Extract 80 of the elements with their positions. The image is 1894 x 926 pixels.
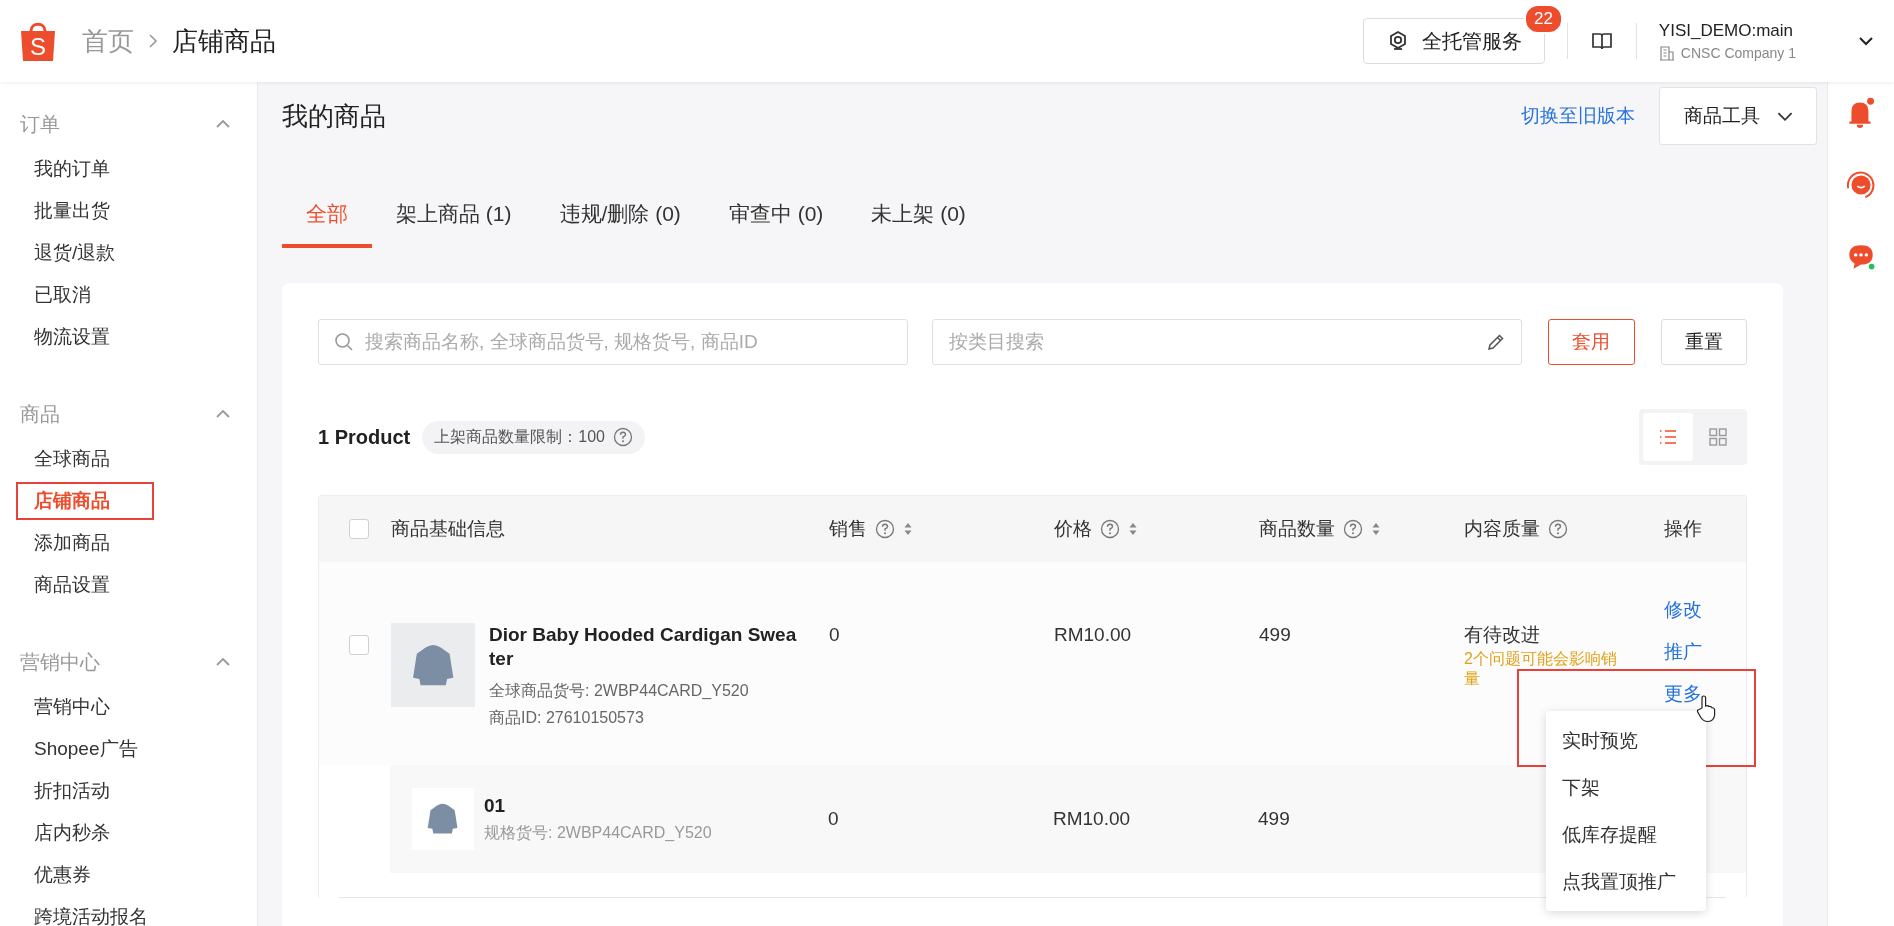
quality-status: 有待改进 (1464, 623, 1541, 647)
chevron-up-icon[interactable] (215, 409, 231, 419)
account-name[interactable]: YISI_DEMO:main (1658, 21, 1796, 41)
company-name: CNSC Company 1 (1680, 45, 1796, 61)
variation-sku: 规格货号: 2WBP44CARD_Y520 (484, 822, 712, 843)
list-view-button[interactable] (1643, 413, 1693, 461)
column-header: 销售 (829, 517, 867, 541)
sort-icon[interactable] (1128, 521, 1138, 537)
sidebar-item[interactable]: 我的订单 (16, 150, 154, 188)
sidebar-item[interactable]: 物流设置 (16, 318, 154, 356)
sidebar-item[interactable]: 商品设置 (16, 566, 154, 604)
column-header: 商品基础信息 (391, 517, 505, 541)
chevron-right-icon (148, 33, 158, 49)
stock-value: 499 (1258, 808, 1290, 829)
chevron-down-icon[interactable] (1858, 36, 1874, 46)
row-checkbox[interactable] (349, 635, 369, 655)
sidebar-item[interactable]: 店铺商品 (16, 482, 154, 520)
price-value: RM10.00 (1053, 808, 1131, 829)
reset-button[interactable]: 重置 (1660, 319, 1747, 365)
variation-name: 01 (484, 794, 507, 817)
help-icon[interactable] (1343, 519, 1363, 539)
help-icon[interactable] (875, 519, 895, 539)
variation-image-placeholder (412, 788, 474, 850)
chevron-down-icon (1776, 110, 1794, 122)
sort-icon[interactable] (1371, 521, 1381, 537)
page-title: 我的商品 (282, 99, 386, 133)
product-tools-dropdown[interactable]: 商品工具 (1659, 87, 1817, 145)
pencil-icon (1486, 332, 1506, 352)
tab[interactable]: 未上架 (0) (847, 194, 990, 248)
more-link[interactable]: 更多 (1664, 681, 1702, 707)
breadcrumb-current: 店铺商品 (172, 24, 276, 58)
help-icon[interactable] (612, 427, 633, 447)
menu-item[interactable]: 下架 (1546, 764, 1706, 811)
global-sku: 全球商品货号: 2WBP44CARD_Y520 (489, 681, 750, 701)
menu-item[interactable]: 实时预览 (1546, 717, 1706, 764)
product-id: 商品ID: 27610150573 (489, 708, 645, 728)
column-header: 价格 (1054, 517, 1092, 541)
search-field[interactable]: 搜索商品名称, 全球商品货号, 规格货号, 商品ID (318, 319, 908, 365)
list-icon (1658, 427, 1678, 447)
switch-version-link[interactable]: 切换至旧版本 (1521, 103, 1635, 129)
sidebar-item[interactable]: 跨境活动报名 (16, 898, 154, 926)
sidebar-item[interactable]: 退货/退款 (16, 234, 154, 272)
sidebar-item[interactable]: 折扣活动 (16, 772, 154, 810)
notification-count: 22 (1523, 4, 1563, 34)
sales-value: 0 (828, 808, 839, 829)
action-link[interactable]: 修改 (1664, 597, 1746, 623)
building-icon (1658, 45, 1675, 61)
listing-limit-text: 上架商品数量限制：100 (434, 426, 605, 447)
sidebar-item[interactable]: 已取消 (16, 276, 154, 314)
sidebar-item[interactable]: Shopee广告 (16, 730, 154, 768)
sales-value: 0 (829, 624, 840, 645)
apply-button[interactable]: 套用 (1548, 319, 1635, 365)
tab[interactable]: 违规/删除 (0) (535, 194, 705, 248)
column-header: 操作 (1664, 517, 1702, 541)
sidebar-item[interactable]: 全球商品 (16, 440, 154, 478)
sidebar-item[interactable]: 优惠券 (16, 856, 154, 894)
tab[interactable]: 审查中 (0) (704, 194, 848, 248)
product-count: 1 Product (318, 425, 411, 449)
menu-item[interactable]: 点我置顶推广 (1546, 858, 1706, 905)
menu-item[interactable]: 低库存提醒 (1546, 811, 1706, 858)
product-name[interactable]: Dior Baby Hooded Cardigan Sweater (489, 623, 799, 671)
sidebar-item[interactable]: 批量出货 (16, 192, 154, 230)
search-icon (334, 332, 354, 352)
tab[interactable]: 架上商品 (1) (372, 194, 536, 248)
sidebar-item[interactable]: 营销中心 (16, 688, 154, 726)
column-header: 内容质量 (1464, 517, 1540, 541)
sidebar-item[interactable]: 店内秒杀 (16, 814, 154, 852)
chevron-up-icon[interactable] (215, 119, 231, 129)
grid-icon (1708, 427, 1728, 447)
help-icon[interactable] (1100, 519, 1120, 539)
help-icon[interactable] (1548, 519, 1568, 539)
sort-icon[interactable] (903, 521, 913, 537)
chevron-up-icon[interactable] (215, 657, 231, 667)
select-all-checkbox[interactable] (349, 519, 369, 539)
column-header: 商品数量 (1259, 517, 1335, 541)
action-link[interactable]: 推广 (1664, 639, 1746, 665)
stock-value: 499 (1259, 624, 1291, 645)
price-value: RM10.00 (1054, 624, 1132, 645)
category-field[interactable]: 按类目搜索 (932, 319, 1522, 365)
sidebar-item[interactable]: 添加商品 (16, 524, 154, 562)
